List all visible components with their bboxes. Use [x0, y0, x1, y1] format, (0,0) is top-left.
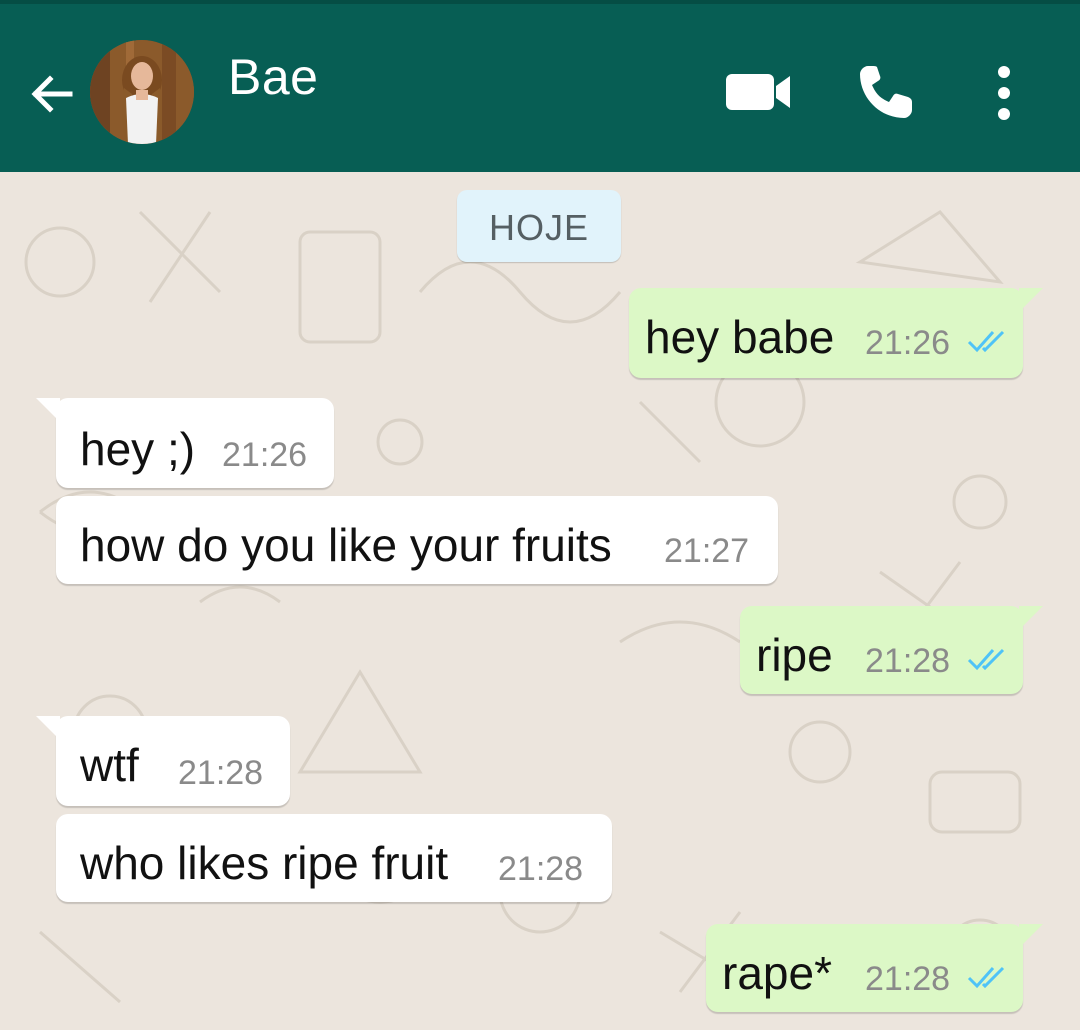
message-text: ripe: [756, 629, 833, 681]
message-text: rape*: [722, 947, 832, 999]
phone-icon[interactable]: [856, 62, 916, 122]
message-bubble-outgoing[interactable]: hey babe 21:26: [629, 288, 1043, 378]
more-vertical-icon[interactable]: [988, 64, 1020, 122]
chat-header: Bae: [0, 0, 1080, 172]
message-bubble-incoming[interactable]: wtf 21:28: [36, 716, 290, 806]
message-time: 21:27: [664, 532, 750, 570]
message-text: hey babe: [645, 311, 835, 363]
bubble-tail: [1019, 606, 1043, 630]
message-text: wtf: [80, 739, 139, 791]
date-separator: HOJE: [457, 190, 621, 262]
message-text: how do you like your fruits: [80, 519, 612, 571]
message-text: hey ;): [80, 423, 196, 475]
message-time: 21:28: [865, 642, 951, 680]
message-time: 21:28: [178, 754, 264, 792]
message-text: who likes ripe fruit: [80, 837, 449, 889]
bubble-tail: [36, 716, 60, 740]
message-bubble-outgoing[interactable]: ripe 21:28: [740, 606, 1043, 694]
avatar[interactable]: [90, 40, 194, 144]
message-bubble-incoming[interactable]: how do you like your fruits 21:27: [56, 496, 778, 584]
message-time: 21:28: [865, 960, 951, 998]
arrow-left-icon[interactable]: [26, 68, 78, 120]
message-time: 21:26: [222, 436, 308, 474]
read-ticks-icon: [967, 648, 1005, 671]
message-time: 21:28: [498, 850, 584, 888]
message-bubble-incoming[interactable]: who likes ripe fruit 21:28: [56, 814, 612, 902]
video-call-icon[interactable]: [724, 70, 794, 114]
bubble-tail: [1019, 924, 1043, 948]
bubble-tail: [36, 398, 60, 422]
read-ticks-icon: [967, 966, 1005, 989]
message-bubble-incoming[interactable]: hey ;) 21:26: [36, 398, 334, 488]
bubble-tail: [1019, 288, 1043, 312]
message-time: 21:26: [865, 324, 951, 362]
message-bubble-outgoing[interactable]: rape* 21:28: [706, 924, 1043, 1012]
contact-name[interactable]: Bae: [228, 48, 318, 106]
avatar-photo-icon: [90, 40, 194, 144]
read-ticks-icon: [967, 330, 1005, 353]
